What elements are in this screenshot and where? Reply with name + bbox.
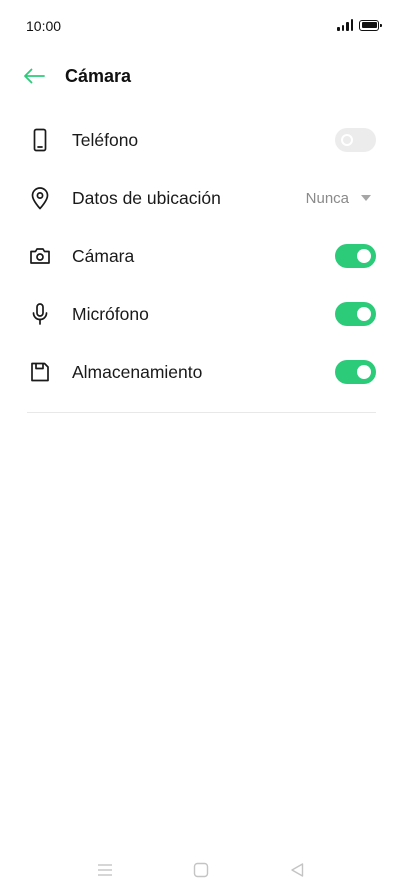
permission-label-storage: Almacenamiento (72, 361, 203, 382)
status-time: 10:00 (26, 18, 62, 34)
phone-icon (27, 127, 53, 153)
back-triangle-icon (291, 863, 304, 877)
permission-row-microphone[interactable]: Micrófono (0, 285, 403, 343)
microphone-toggle[interactable] (335, 302, 376, 326)
location-dropdown-value: Nunca (305, 189, 349, 207)
screen: 10:00 Cámara Teléfono Datos de ubicación… (0, 0, 403, 896)
toggle-knob (357, 249, 371, 263)
permission-row-location[interactable]: Datos de ubicación Nunca (0, 169, 403, 227)
back-button[interactable] (18, 62, 50, 90)
camera-toggle[interactable] (335, 244, 376, 268)
home-icon (193, 862, 209, 878)
permission-row-phone[interactable]: Teléfono (0, 111, 403, 169)
permission-list: Teléfono Datos de ubicación Nunca Cámara… (0, 111, 403, 401)
toggle-knob (357, 307, 371, 321)
battery-icon (359, 19, 382, 31)
toggle-knob (341, 134, 353, 146)
camera-icon (27, 243, 53, 269)
signal-icon (337, 19, 353, 31)
storage-toggle[interactable] (335, 360, 376, 384)
divider (27, 412, 376, 413)
microphone-icon (27, 301, 53, 327)
nav-menu-button[interactable] (93, 858, 117, 882)
navigation-bar (0, 844, 403, 896)
toggle-knob (357, 365, 371, 379)
page-title: Cámara (65, 66, 132, 86)
permission-row-storage[interactable]: Almacenamiento (0, 343, 403, 401)
nav-home-button[interactable] (189, 858, 213, 882)
permission-label-camera: Cámara (72, 245, 135, 266)
location-dropdown[interactable]: Nunca (306, 190, 371, 207)
header: Cámara (0, 52, 403, 100)
storage-icon (27, 359, 53, 385)
phone-toggle[interactable] (335, 128, 376, 152)
permission-label-phone: Teléfono (72, 129, 139, 150)
permission-label-location: Datos de ubicación (72, 187, 221, 208)
caret-down-icon (361, 195, 371, 201)
permission-label-microphone: Micrófono (72, 303, 149, 324)
menu-icon (98, 864, 112, 876)
arrow-left-icon (24, 68, 45, 84)
status-bar: 10:00 (0, 0, 403, 52)
permission-row-camera[interactable]: Cámara (0, 227, 403, 285)
status-icons (337, 19, 382, 31)
nav-back-button[interactable] (285, 858, 309, 882)
location-pin-icon (27, 185, 53, 211)
